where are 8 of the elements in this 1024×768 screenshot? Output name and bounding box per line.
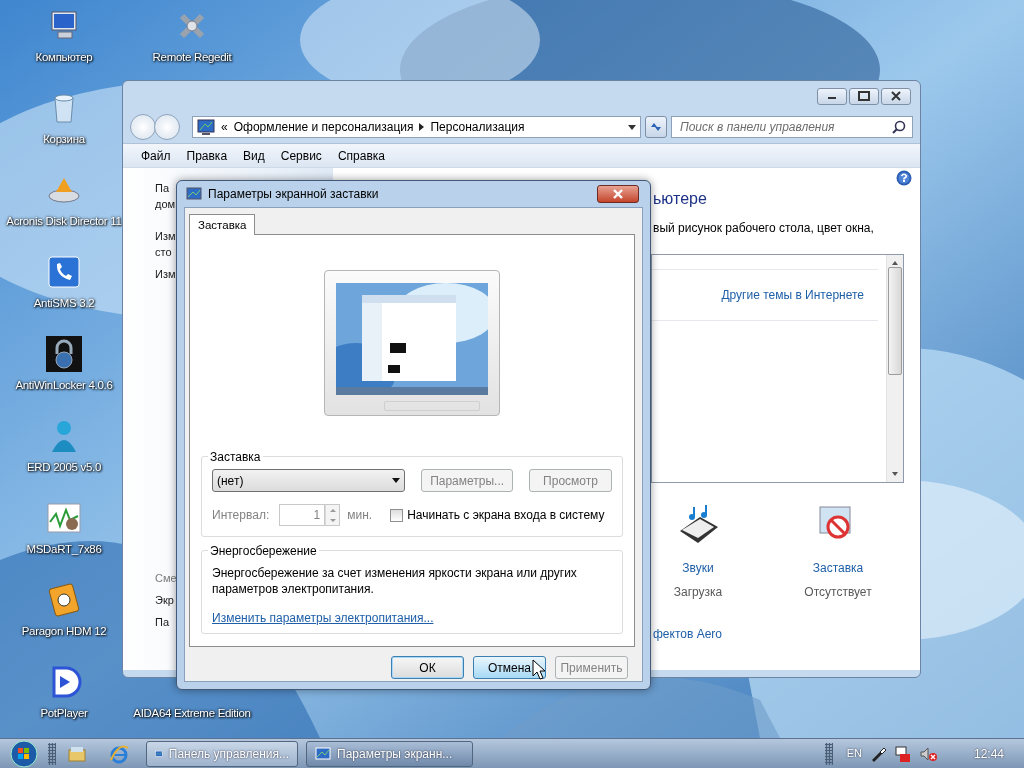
muted-speaker-icon[interactable] — [919, 745, 938, 762]
network-icon[interactable] — [893, 744, 912, 763]
start-button[interactable] — [10, 739, 38, 768]
taskbar-gripper — [824, 742, 833, 765]
monitor-icon — [315, 746, 331, 761]
task-label: Параметры экранн... — [337, 745, 453, 763]
taskbar-gripper — [48, 742, 56, 765]
task-label: Панель управления... — [168, 745, 289, 763]
